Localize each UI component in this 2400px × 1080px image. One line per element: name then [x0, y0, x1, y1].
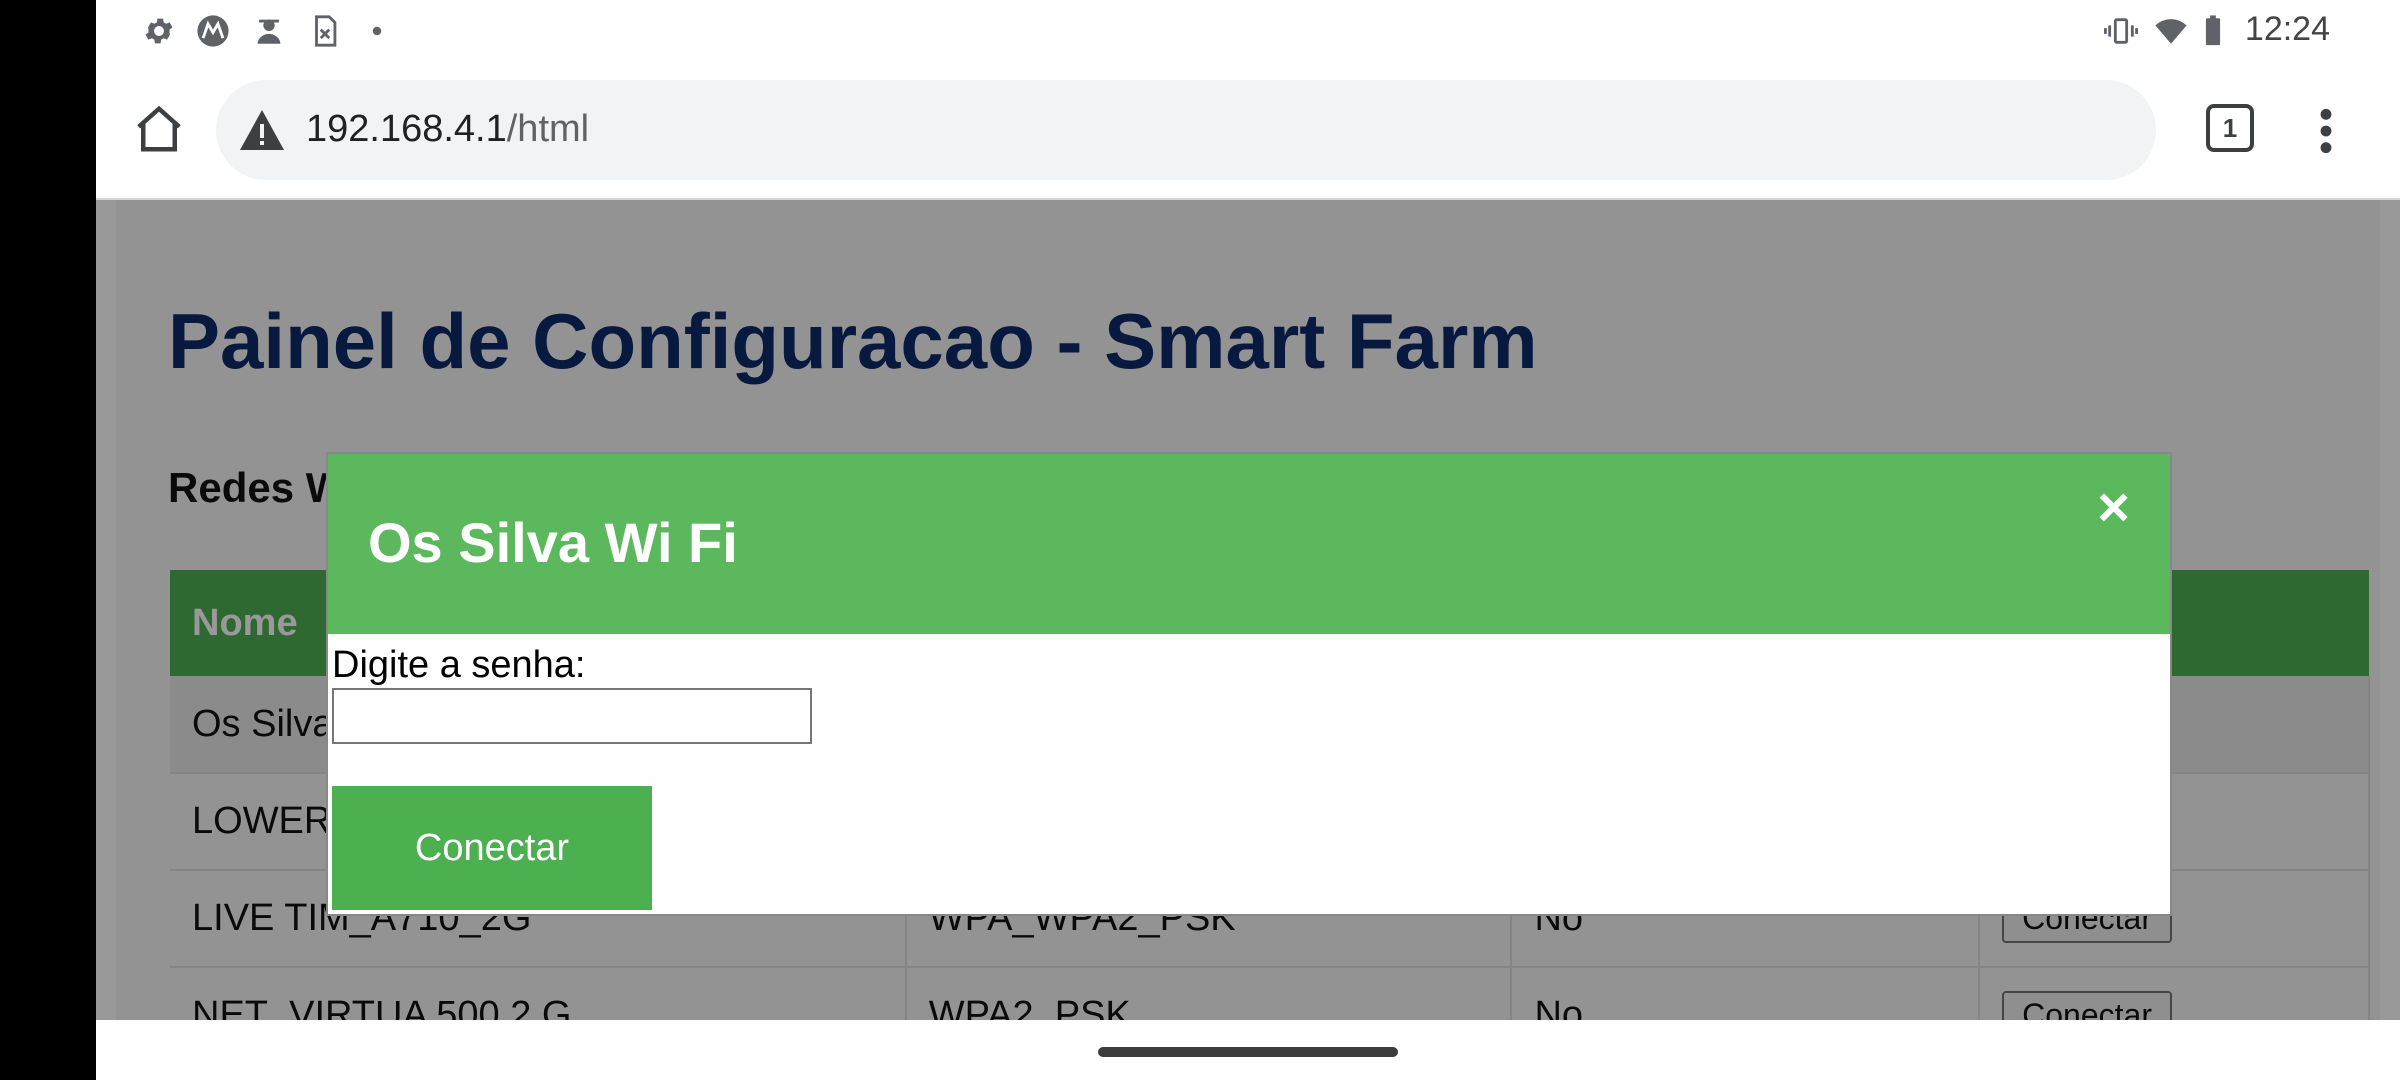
- phone-screen: 12:24 192.168.4.1/html 1 Painel de Confi…: [96, 0, 2400, 1080]
- settings-icon: [145, 18, 173, 44]
- modal-title: Os Silva Wi Fi: [368, 511, 738, 574]
- incognito-icon: [257, 19, 281, 44]
- password-input[interactable]: [332, 688, 812, 744]
- password-modal: Os Silva Wi Fi × Digite a senha: Conecta…: [326, 452, 2172, 916]
- motorola-icon: [197, 15, 229, 47]
- home-gesture-handle[interactable]: [1098, 1047, 1398, 1057]
- url-path: /html: [506, 108, 590, 150]
- url-host: 192.168.4.1: [306, 108, 507, 150]
- status-bar: 12:24: [96, 0, 2400, 62]
- home-icon[interactable]: [132, 102, 186, 156]
- more-notifications-icon: [372, 26, 382, 36]
- tab-switcher-button[interactable]: 1: [2206, 104, 2254, 152]
- battery-icon: [2205, 15, 2221, 46]
- password-label: Digite a senha:: [332, 644, 586, 686]
- connect-button[interactable]: Conectar: [332, 786, 652, 910]
- system-nav-bar: [96, 1020, 2400, 1080]
- close-icon[interactable]: ×: [2097, 474, 2130, 539]
- modal-header: Os Silva Wi Fi ×: [328, 454, 2170, 634]
- wifi-icon: [2155, 19, 2187, 44]
- web-page: Painel de Configuracao - Smart Farm Rede…: [96, 200, 2400, 1020]
- vibrate-icon: [2104, 18, 2138, 44]
- address-bar[interactable]: 192.168.4.1/html: [216, 80, 2156, 180]
- browser-toolbar: 192.168.4.1/html 1: [96, 62, 2400, 200]
- url-text[interactable]: 192.168.4.1/html: [306, 108, 589, 151]
- sim-off-icon: [315, 15, 337, 47]
- clock: 12:24: [2244, 10, 2330, 48]
- more-vert-icon[interactable]: [2316, 106, 2336, 156]
- not-secure-warning-icon[interactable]: [238, 108, 286, 152]
